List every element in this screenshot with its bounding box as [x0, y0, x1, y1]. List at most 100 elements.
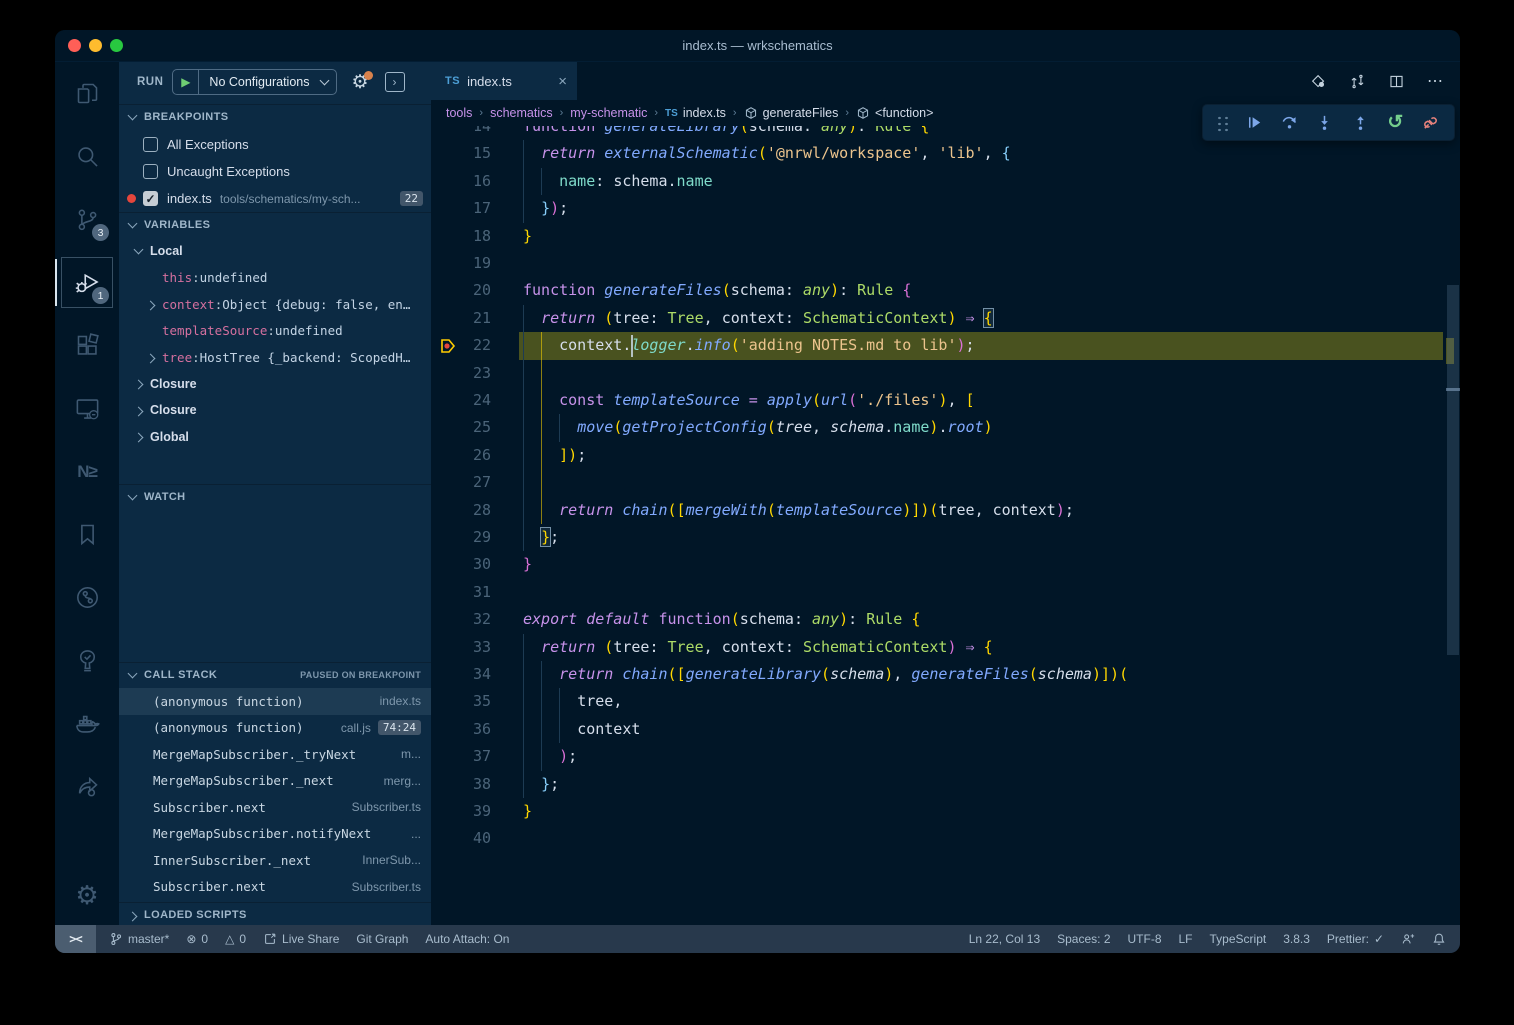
notifications-status-item[interactable]: [1432, 932, 1446, 946]
settings-gear-icon[interactable]: ⚙: [55, 880, 119, 911]
ts-version-status-item[interactable]: 3.8.3: [1283, 932, 1310, 946]
language-mode-status-item[interactable]: TypeScript: [1210, 932, 1267, 946]
debug-console-icon[interactable]: ›: [385, 72, 405, 92]
warnings-status-item[interactable]: △0: [225, 932, 246, 946]
code-line[interactable]: 29 };: [431, 524, 1446, 551]
breakpoint-checkbox[interactable]: [143, 137, 158, 152]
code-line[interactable]: 25 move(getProjectConfig(tree, schema.na…: [431, 414, 1446, 441]
activity-testing-icon[interactable]: [55, 629, 119, 692]
code-line[interactable]: 34 return chain([generateLibrary(schema)…: [431, 661, 1446, 688]
launch-configuration-dropdown[interactable]: ▶ No Configurations: [172, 69, 337, 95]
activity-extensions-icon[interactable]: [55, 314, 119, 377]
git-graph-status-item[interactable]: Git Graph: [356, 932, 408, 946]
code-line[interactable]: 31: [431, 579, 1446, 606]
activity-docker-icon[interactable]: [55, 692, 119, 755]
disconnect-button[interactable]: [1413, 105, 1448, 140]
toolbar-drag-handle[interactable]: [1215, 114, 1229, 132]
code-line[interactable]: 32export default function(schema: any): …: [431, 606, 1446, 633]
code-line[interactable]: 38 };: [431, 771, 1446, 798]
configure-gear-icon[interactable]: ⚙: [351, 73, 368, 92]
activity-source-control-icon[interactable]: 3: [55, 188, 119, 251]
start-debugging-icon[interactable]: ▶: [173, 70, 199, 94]
code-line[interactable]: 16 name: schema.name: [431, 168, 1446, 195]
code-line[interactable]: 26 ]);: [431, 442, 1446, 469]
variables-section-header[interactable]: VARIABLES: [119, 212, 431, 237]
open-changes-icon[interactable]: [1310, 73, 1327, 90]
code-line[interactable]: 24 const templateSource = apply(url('./f…: [431, 387, 1446, 414]
variables-scope-row[interactable]: Global: [119, 424, 431, 451]
call-stack-frame[interactable]: Subscriber.nextSubscriber.ts: [119, 874, 431, 901]
close-window-button[interactable]: [68, 39, 81, 52]
code-line[interactable]: 30}: [431, 551, 1446, 578]
code-line[interactable]: 33 return (tree: Tree, context: Schemati…: [431, 634, 1446, 661]
code-line[interactable]: 19: [431, 250, 1446, 277]
scrollbar-thumb[interactable]: [1447, 285, 1459, 655]
indentation-status-item[interactable]: Spaces: 2: [1057, 932, 1110, 946]
breakpoint-checkbox[interactable]: ✓: [143, 191, 158, 206]
call-stack-frame[interactable]: InnerSubscriber._nextInnerSub...: [119, 847, 431, 874]
step-into-button[interactable]: [1307, 105, 1342, 140]
code-line[interactable]: 35 tree,: [431, 688, 1446, 715]
code-line[interactable]: 15 return externalSchematic('@nrwl/works…: [431, 140, 1446, 167]
remote-indicator[interactable]: ><: [55, 925, 96, 953]
variables-scope-row[interactable]: Local: [119, 238, 431, 265]
breakpoint-row[interactable]: Uncaught Exceptions: [119, 158, 431, 185]
editor-scrollbar[interactable]: [1446, 62, 1460, 925]
code-line[interactable]: 20function generateFiles(schema: any): R…: [431, 277, 1446, 304]
zoom-window-button[interactable]: [110, 39, 123, 52]
watch-section-header[interactable]: WATCH: [119, 484, 431, 509]
cursor-position-status-item[interactable]: Ln 22, Col 13: [969, 932, 1040, 946]
code-line[interactable]: 40: [431, 825, 1446, 852]
call-stack-frame[interactable]: MergeMapSubscriber._nextmerg...: [119, 768, 431, 795]
restart-button[interactable]: ↺: [1378, 105, 1413, 140]
tab-index-ts[interactable]: TS index.ts ×: [431, 62, 577, 100]
code-line[interactable]: 39}: [431, 798, 1446, 825]
breadcrumb-generatefiles[interactable]: generateFiles: [744, 106, 839, 120]
call-stack-section-header[interactable]: CALL STACK PAUSED ON BREAKPOINT: [119, 662, 431, 687]
variable-row[interactable]: context: Object {debug: false, en…: [119, 291, 431, 318]
close-tab-icon[interactable]: ×: [558, 73, 567, 90]
breakpoint-checkbox[interactable]: [143, 164, 158, 179]
call-stack-frame[interactable]: MergeMapSubscriber._tryNextm...: [119, 741, 431, 768]
compare-changes-icon[interactable]: [1349, 73, 1366, 90]
call-stack-frame[interactable]: Subscriber.nextSubscriber.ts: [119, 794, 431, 821]
code-line[interactable]: 18}: [431, 223, 1446, 250]
errors-status-item[interactable]: ⊗0: [186, 932, 208, 946]
code-line[interactable]: 36 context: [431, 716, 1446, 743]
code-line[interactable]: 22 context.logger.info('adding NOTES.md …: [431, 332, 1446, 359]
step-out-button[interactable]: [1343, 105, 1378, 140]
variable-row[interactable]: this: undefined: [119, 265, 431, 292]
more-actions-icon[interactable]: ⋯: [1427, 71, 1444, 91]
breadcrumb-index-ts[interactable]: TSindex.ts: [665, 106, 726, 120]
call-stack-frame[interactable]: MergeMapSubscriber.notifyNext...: [119, 821, 431, 848]
breakpoint-row[interactable]: ✓index.tstools/schematics/my-sch...22: [119, 185, 431, 212]
feedback-status-item[interactable]: [1401, 932, 1415, 946]
breadcrumb-schematics[interactable]: schematics: [490, 106, 553, 120]
activity-run-debug-icon[interactable]: 1: [55, 251, 119, 314]
variable-row[interactable]: tree: HostTree {_backend: ScopedH…: [119, 344, 431, 371]
variable-row[interactable]: templateSource: undefined: [119, 318, 431, 345]
auto-attach-status-item[interactable]: Auto Attach: On: [425, 932, 509, 946]
prettier-status-item[interactable]: Prettier:✓: [1327, 932, 1384, 946]
loaded-scripts-section-header[interactable]: LOADED SCRIPTS: [119, 902, 431, 925]
breadcrumb-my-schematic[interactable]: my-schematic: [570, 106, 647, 120]
breakpoint-row[interactable]: All Exceptions: [119, 131, 431, 158]
code-line[interactable]: 28 return chain([mergeWith(templateSourc…: [431, 497, 1446, 524]
eol-status-item[interactable]: LF: [1179, 932, 1193, 946]
activity-nx-console-icon[interactable]: N≥: [55, 440, 119, 503]
call-stack-frame[interactable]: (anonymous function)index.ts: [119, 688, 431, 715]
breadcrumb-tools[interactable]: tools: [446, 106, 472, 120]
call-stack-frame[interactable]: (anonymous function)call.js74:24: [119, 715, 431, 742]
activity-search-icon[interactable]: [55, 125, 119, 188]
code-area[interactable]: 14function generateLibrary(schema: any):…: [431, 62, 1446, 925]
live-share-status-item[interactable]: Live Share: [263, 932, 339, 946]
variables-scope-row[interactable]: Closure: [119, 397, 431, 424]
step-over-button[interactable]: [1272, 105, 1307, 140]
code-line[interactable]: 23: [431, 360, 1446, 387]
breakpoints-section-header[interactable]: BREAKPOINTS: [119, 104, 431, 129]
activity-remote-explorer-icon[interactable]: [55, 377, 119, 440]
code-line[interactable]: 27: [431, 469, 1446, 496]
code-line[interactable]: 21 return (tree: Tree, context: Schemati…: [431, 305, 1446, 332]
code-line[interactable]: 37 );: [431, 743, 1446, 770]
activity-bookmarks-icon[interactable]: [55, 503, 119, 566]
